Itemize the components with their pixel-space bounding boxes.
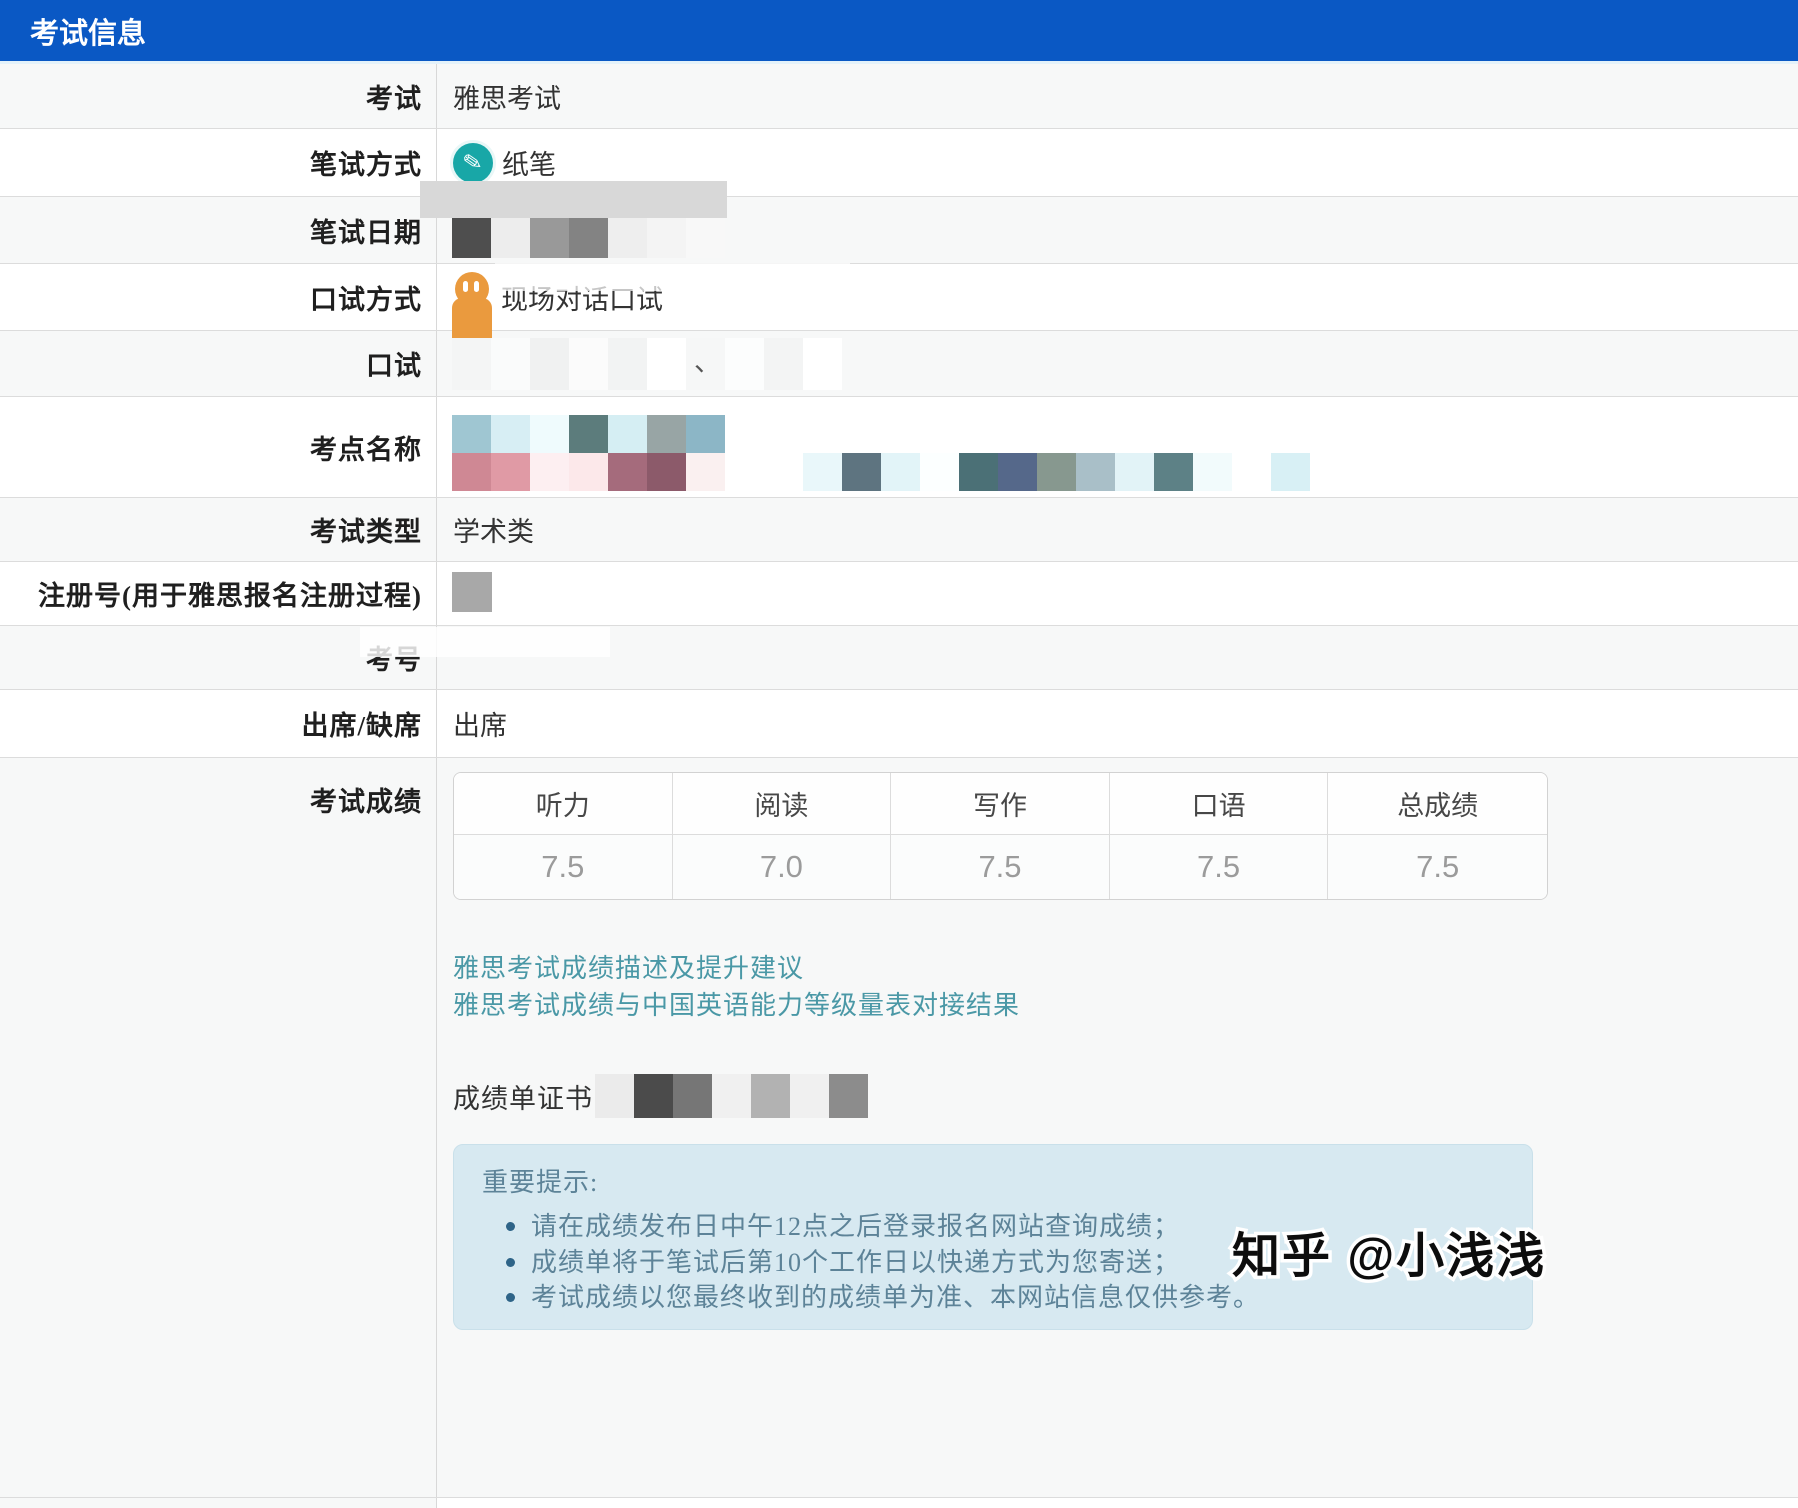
exam-type-value: 学术类 bbox=[437, 498, 1798, 561]
exam-label: 考试 bbox=[0, 64, 437, 128]
venue-redaction-mosaic-top bbox=[452, 415, 725, 453]
written-method-text: 纸笔 bbox=[502, 143, 556, 182]
scores-label: 考试成绩 bbox=[0, 758, 437, 1497]
exam-info-page: 考试信息 考试 雅思考试 笔试方式 ✎ 纸笔 笔试日期 口试方式 现场对话口试 … bbox=[0, 0, 1798, 1508]
registration-number-value bbox=[437, 562, 1798, 625]
written-date-redaction-bar bbox=[420, 181, 727, 218]
score-header-reading: 阅读 bbox=[673, 773, 892, 835]
certificate-label: 成绩单证书 bbox=[453, 1077, 593, 1116]
notice-title: 重要提示: bbox=[482, 1162, 1502, 1199]
row-attendance: 出席/缺席 出席 bbox=[0, 689, 1798, 757]
watermark: 知乎 @小浅浅 bbox=[1232, 1216, 1546, 1286]
venue-label: 考点名称 bbox=[0, 397, 437, 497]
score-header-overall: 总成绩 bbox=[1328, 773, 1547, 835]
registration-number-label: 注册号(用于雅思报名注册过程) bbox=[0, 562, 437, 625]
cse-mapping-link[interactable]: 雅思考试成绩与中国英语能力等级量表对接结果 bbox=[453, 987, 1798, 1024]
oral-date-remnant-text: 、 bbox=[694, 340, 721, 379]
score-header-speaking: 口语 bbox=[1110, 773, 1329, 835]
candidate-number-blur bbox=[360, 627, 610, 657]
attendance-label: 出席/缺席 bbox=[0, 690, 437, 757]
scores-area: 听力 阅读 写作 口语 总成绩 7.5 7.0 7.5 7.5 7.5 雅思考试… bbox=[437, 758, 1798, 1497]
pencil-icon: ✎ bbox=[453, 143, 493, 183]
certificate-line: 成绩单证书 bbox=[453, 1074, 1798, 1118]
oral-method-label: 口试方式 bbox=[0, 264, 437, 330]
oral-date-label: 口试 bbox=[0, 331, 437, 396]
row-partial-bottom bbox=[0, 1497, 1798, 1508]
oral-date-redaction-mosaic bbox=[452, 338, 842, 390]
exam-type-label: 考试类型 bbox=[0, 498, 437, 561]
score-header-listening: 听力 bbox=[454, 773, 673, 835]
score-header-writing: 写作 bbox=[891, 773, 1110, 835]
row-exam: 考试 雅思考试 bbox=[0, 64, 1798, 128]
row-written-date: 笔试日期 bbox=[0, 196, 1798, 263]
row-scores: 考试成绩 听力 阅读 写作 口语 总成绩 7.5 7.0 7.5 7.5 7.5… bbox=[0, 757, 1798, 1497]
row-candidate-number: 考号 bbox=[0, 625, 1798, 689]
score-description-link[interactable]: 雅思考试成绩描述及提升建议 bbox=[453, 950, 1798, 987]
oral-method-blur bbox=[495, 263, 850, 291]
row-oral-method: 口试方式 现场对话口试 bbox=[0, 263, 1798, 330]
exam-value: 雅思考试 bbox=[437, 64, 1798, 128]
partial-bottom-value bbox=[437, 1498, 1798, 1508]
attendance-value: 出席 bbox=[437, 690, 1798, 757]
score-links: 雅思考试成绩描述及提升建议 雅思考试成绩与中国英语能力等级量表对接结果 bbox=[453, 950, 1798, 1024]
written-method-label: 笔试方式 bbox=[0, 129, 437, 196]
score-value-speaking: 7.5 bbox=[1110, 835, 1329, 899]
score-value-overall: 7.5 bbox=[1328, 835, 1547, 899]
page-title: 考试信息 bbox=[0, 0, 1798, 64]
person-speaking-icon bbox=[452, 272, 492, 348]
row-written-method: 笔试方式 ✎ 纸笔 bbox=[0, 128, 1798, 196]
score-value-writing: 7.5 bbox=[891, 835, 1110, 899]
score-table: 听力 阅读 写作 口语 总成绩 7.5 7.0 7.5 7.5 7.5 bbox=[453, 772, 1548, 900]
person-icon-eye bbox=[474, 281, 479, 292]
certificate-redaction bbox=[595, 1074, 868, 1118]
score-value-reading: 7.0 bbox=[673, 835, 892, 899]
written-date-label: 笔试日期 bbox=[0, 197, 437, 263]
row-registration-number: 注册号(用于雅思报名注册过程) bbox=[0, 561, 1798, 625]
row-exam-type: 考试类型 学术类 bbox=[0, 497, 1798, 561]
registration-number-redaction bbox=[452, 572, 492, 612]
written-date-redaction-mosaic bbox=[452, 218, 725, 258]
venue-redaction-mosaic-bottom bbox=[452, 453, 1310, 491]
candidate-number-value bbox=[437, 626, 1798, 689]
person-icon-eye bbox=[463, 281, 468, 292]
score-value-listening: 7.5 bbox=[454, 835, 673, 899]
partial-bottom-label bbox=[0, 1498, 437, 1508]
row-oral-date: 口试 bbox=[0, 330, 1798, 396]
